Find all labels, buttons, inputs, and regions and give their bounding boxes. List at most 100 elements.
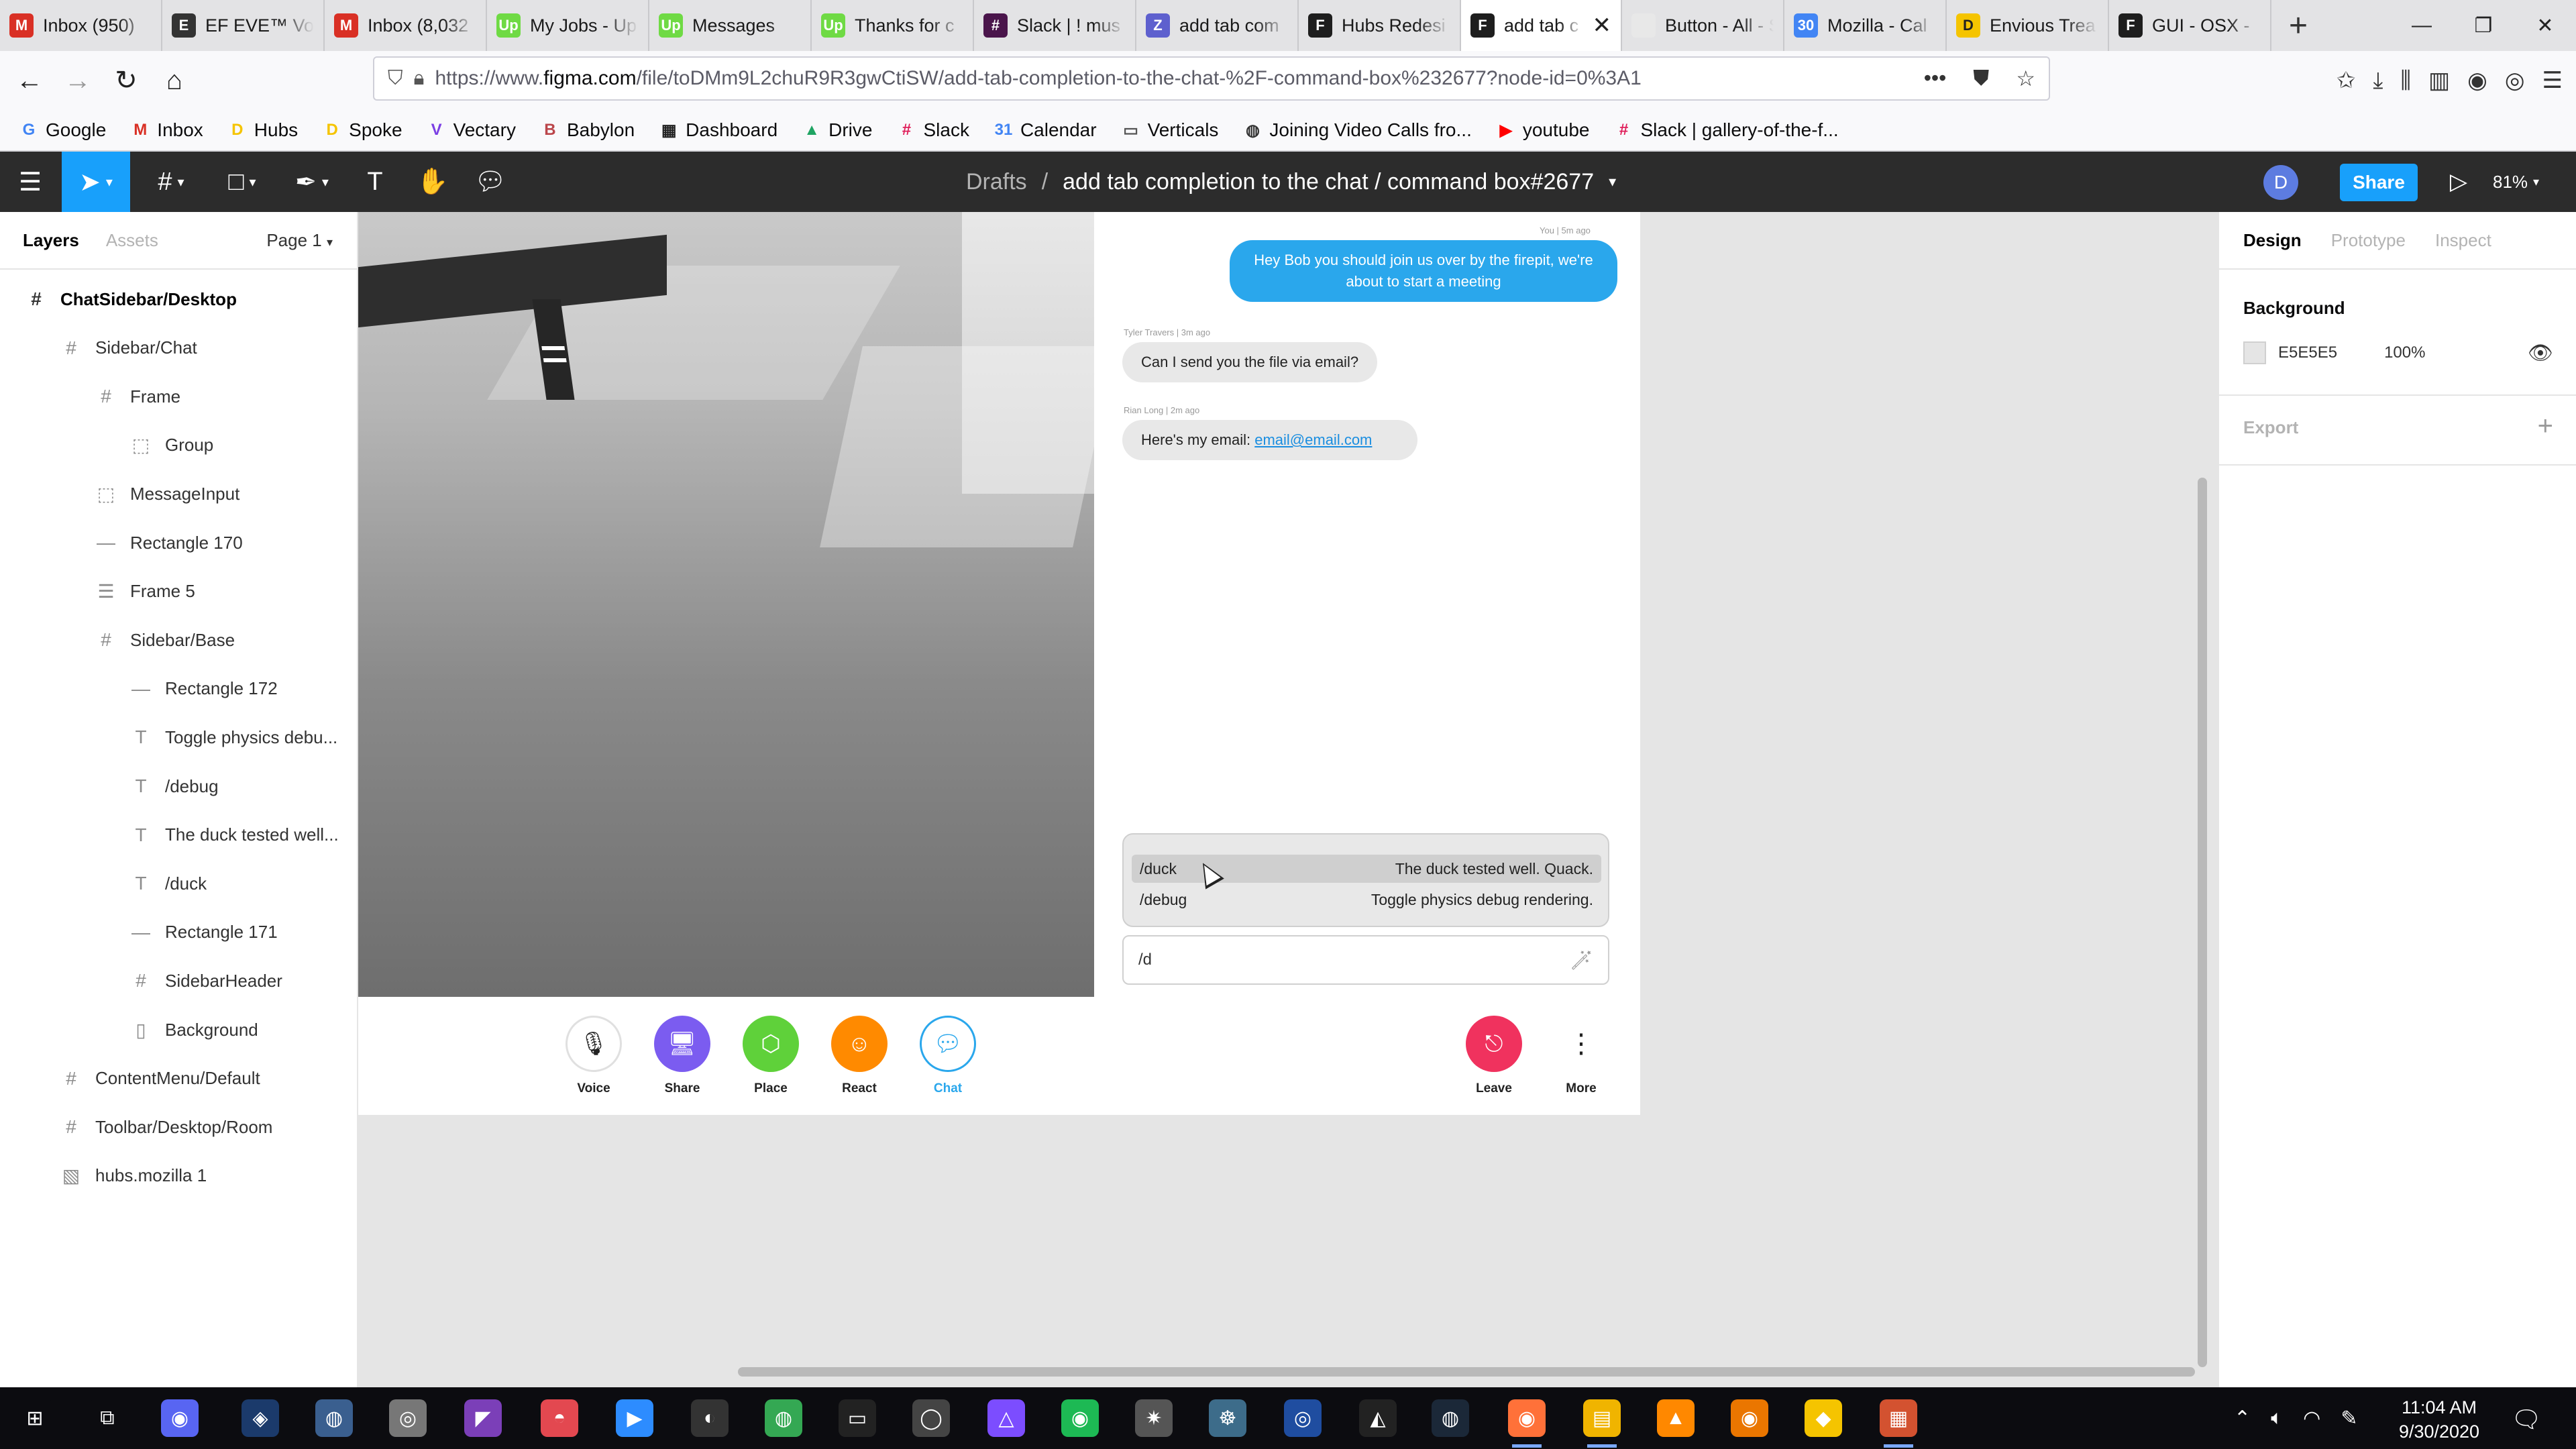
volume-icon[interactable]: 🔈︎ <box>2271 1407 2283 1430</box>
browser-tab[interactable]: M Inbox (8,032 <box>325 0 487 51</box>
layer-row[interactable]: T The duck tested well... <box>0 812 358 859</box>
browser-tab[interactable]: Up Messages <box>649 0 812 51</box>
breadcrumb-drafts[interactable]: Drafts <box>966 169 1027 195</box>
layer-row[interactable]: ⬚ MessageInput <box>0 470 358 517</box>
magic-wand-icon[interactable]: 🪄︎ <box>1569 949 1593 971</box>
horizontal-scrollbar[interactable] <box>738 1367 2195 1377</box>
tab-prototype[interactable]: Prototype <box>2331 230 2406 251</box>
powerpoint-like-icon[interactable]: ▦ <box>1880 1399 1917 1448</box>
affinity-designer-icon[interactable]: △ <box>987 1399 1025 1437</box>
browser-tab[interactable]: E EF EVE™ Vol <box>162 0 325 51</box>
background-opacity[interactable]: 100% <box>2384 343 2425 362</box>
bookmark-item[interactable]: # Slack <box>896 119 969 141</box>
back-icon[interactable]: ← <box>5 56 54 105</box>
layer-row[interactable]: — Rectangle 170 <box>0 519 358 566</box>
blender-like-icon[interactable]: ✷ <box>1135 1399 1173 1437</box>
wifi-icon[interactable]: ◠ <box>2303 1407 2320 1430</box>
bookmark-item[interactable]: ▲ Drive <box>802 119 872 141</box>
share-button[interactable]: Share <box>2340 164 2418 201</box>
bookmark-item[interactable]: D Spoke <box>322 119 402 141</box>
unity-hub-icon[interactable]: ◯ <box>912 1399 950 1437</box>
library-icon[interactable]: ⫼ <box>2400 68 2411 94</box>
bookmark-item[interactable]: M Inbox <box>130 119 203 141</box>
app-icon[interactable]: ☸ <box>1209 1399 1246 1437</box>
taskbar-clock[interactable]: 11:04 AM 9/30/2020 <box>2392 1395 2486 1444</box>
lock-icon[interactable]: 🔒︎ <box>414 67 425 90</box>
vertical-scrollbar[interactable] <box>2198 478 2207 1367</box>
layer-row[interactable]: # SidebarHeader <box>0 957 358 1004</box>
layer-row[interactable]: # Toolbar/Desktop/Room <box>0 1104 358 1150</box>
hubs-chat-button[interactable]: 💬︎ Chat <box>918 1016 978 1096</box>
blender-icon[interactable]: ◉ <box>1731 1399 1768 1437</box>
completion-item-debug[interactable]: /debug Toggle physics debug rendering. <box>1132 885 1601 914</box>
cinema4d-icon[interactable]: ◎ <box>1284 1399 1322 1437</box>
hubs-leave-button[interactable]: ⎋ Leave <box>1464 1016 1524 1096</box>
pen-icon[interactable]: ✎ <box>2341 1407 2357 1430</box>
layer-row[interactable]: # ChatSidebar/Desktop <box>0 276 358 323</box>
restore-icon[interactable]: ❐ <box>2453 0 2514 51</box>
pocket-icon[interactable]: ⛊ <box>1973 66 1989 91</box>
hubs-place-button[interactable]: ⬡ Place <box>741 1016 801 1096</box>
steam-icon[interactable]: ◍ <box>1432 1399 1469 1437</box>
bookmark-item[interactable]: 31 Calendar <box>994 119 1097 141</box>
frame-tool-icon[interactable]: # ▾ <box>141 152 201 212</box>
tab-design[interactable]: Design <box>2243 230 2302 251</box>
layer-row[interactable]: ⬚ Group <box>0 422 358 469</box>
sidebar-icon[interactable]: ▥ <box>2428 67 2450 94</box>
bookmark-item[interactable]: V Vectary <box>427 119 516 141</box>
visual-studio-icon[interactable]: ◤ <box>464 1399 502 1437</box>
windows-start-icon[interactable]: ⊞ <box>16 1399 54 1437</box>
close-window-icon[interactable]: ✕ <box>2514 0 2576 51</box>
zoom-menu[interactable]: 81% ▾ <box>2493 152 2539 212</box>
present-play-icon[interactable]: ▷ <box>2435 152 2482 212</box>
chat-input[interactable]: /d 🪄︎ <box>1122 935 1609 985</box>
file-title[interactable]: add tab completion to the chat / command… <box>1063 169 1594 195</box>
account-icon[interactable]: ◎ <box>2505 67 2525 94</box>
layer-row[interactable]: T/duck <box>0 860 358 907</box>
layer-row[interactable]: # ContentMenu/Default <box>0 1055 358 1102</box>
shield-icon[interactable]: ⛉ <box>388 67 403 90</box>
discord-icon[interactable]: ◉ <box>161 1399 199 1437</box>
browser-tab[interactable]: M Inbox (950) <box>0 0 162 51</box>
layer-row[interactable]: ▧ hubs.mozilla 1 <box>0 1152 358 1199</box>
url-bar[interactable]: ⛉ 🔒︎ https://www. figma.com/file/toDMm9L2… <box>373 56 2050 101</box>
extension-icon[interactable]: ◉ <box>2467 67 2487 94</box>
task-view-icon[interactable]: ⧉ <box>89 1399 126 1437</box>
page-selector[interactable]: Page 1 ▾ <box>266 230 333 251</box>
browser-tab[interactable]: Button - All - Sto <box>1622 0 1784 51</box>
hand-tool-icon[interactable]: ✋ <box>409 152 456 212</box>
menu-icon[interactable]: ☰ <box>2542 67 2563 94</box>
tab-layers[interactable]: Layers <box>23 230 79 251</box>
move-tool-icon[interactable]: ➤ ▾ <box>62 152 130 212</box>
hubs-more-button[interactable]: ⋮ More <box>1551 1016 1611 1096</box>
notification-icon[interactable]: 🗨︎ <box>2506 1401 2546 1438</box>
bookmark-item[interactable]: G Google <box>19 119 107 141</box>
comment-tool-icon[interactable]: 💬︎ <box>467 152 514 212</box>
eye-icon[interactable]: 👁︎ <box>2528 341 2553 365</box>
browser-tab[interactable]: F Hubs Redesi <box>1299 0 1461 51</box>
new-tab-button[interactable]: + <box>2271 0 2325 51</box>
color-swatch[interactable] <box>2243 341 2266 364</box>
bookmark-item[interactable]: B Babylon <box>540 119 635 141</box>
oculus-icon[interactable]: ▭ <box>839 1399 876 1437</box>
pen-tool-icon[interactable]: ✒ ▾ <box>282 152 342 212</box>
browser-tab[interactable]: # Slack | ! mus <box>974 0 1136 51</box>
browser-tab[interactable]: D Envious Trea <box>1947 0 2109 51</box>
bookmark-item[interactable]: ▦ Dashboard <box>659 119 777 141</box>
chevron-up-icon[interactable]: ⌃ <box>2234 1407 2251 1430</box>
obs-icon[interactable]: ◐ <box>691 1399 729 1437</box>
browser-tab[interactable]: Up Thanks for c <box>812 0 974 51</box>
layer-row[interactable]: # Frame <box>0 373 358 420</box>
hamburger-menu-icon[interactable]: ☰ <box>7 152 54 212</box>
home-icon[interactable]: ⌂ <box>150 56 199 105</box>
layer-row[interactable]: — Rectangle 172 <box>0 665 358 712</box>
browser-tab[interactable]: Up My Jobs - Up <box>487 0 649 51</box>
browser-tab[interactable]: F GUI - OSX - <box>2109 0 2271 51</box>
shape-tool-icon[interactable]: □ ▾ <box>212 152 272 212</box>
hubs-share-button[interactable]: 🖥︎ Share <box>652 1016 712 1096</box>
page-actions-icon[interactable]: ••• <box>1924 66 1947 91</box>
chrome-icon[interactable]: ◍ <box>765 1399 802 1437</box>
layer-row[interactable]: # Sidebar/Chat <box>0 325 358 372</box>
chrome-gray-icon[interactable]: ◎ <box>389 1399 427 1437</box>
background-hex[interactable]: E5E5E5 <box>2278 343 2337 362</box>
